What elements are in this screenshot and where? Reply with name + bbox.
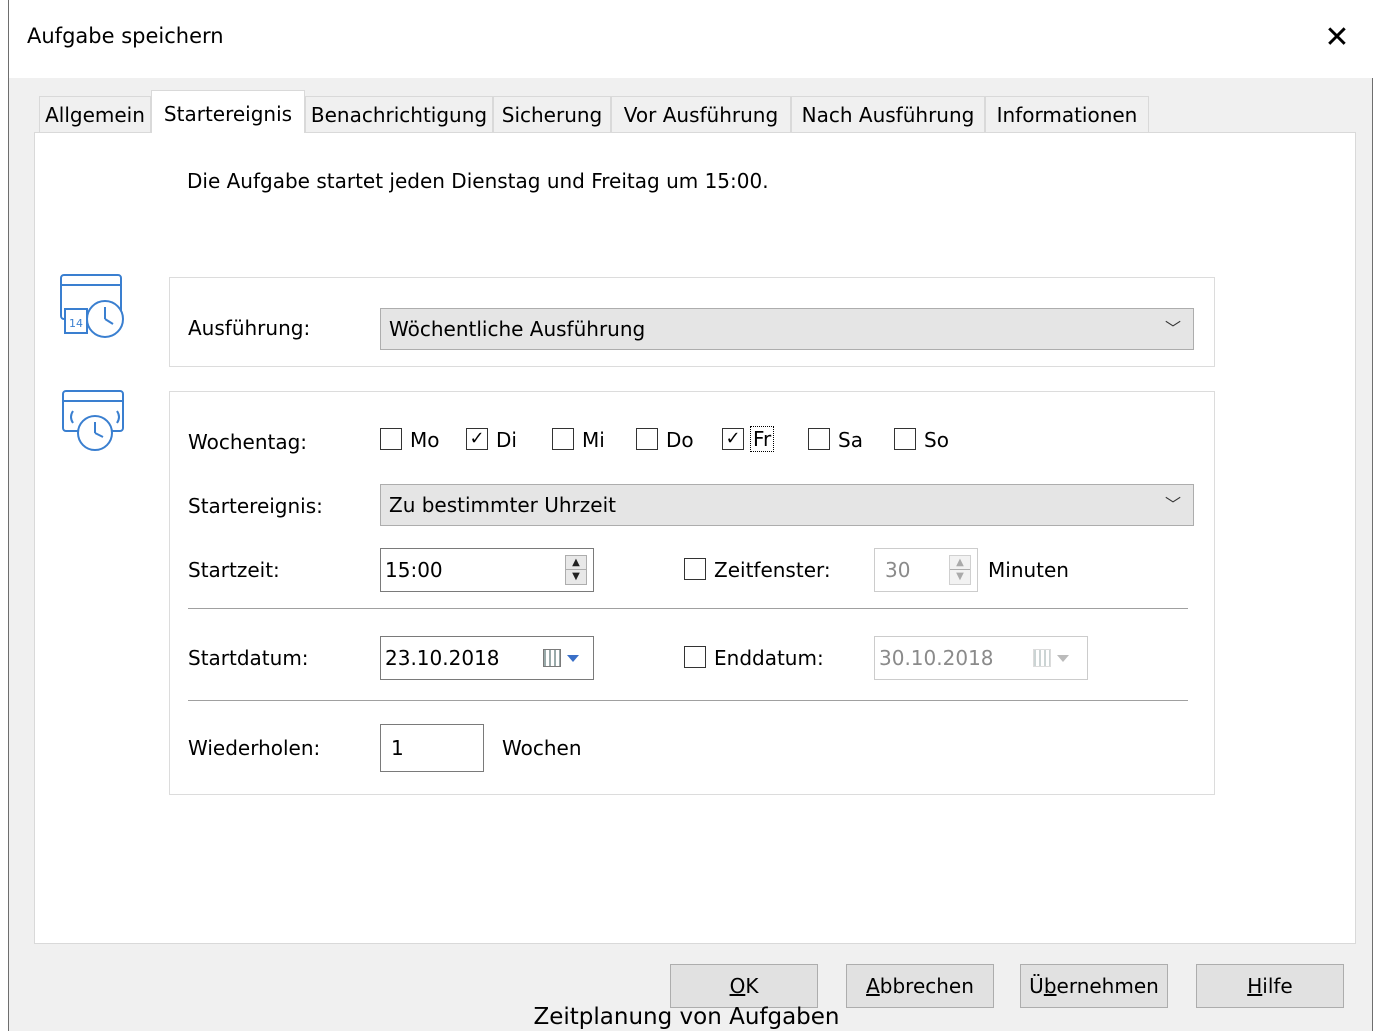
- dropdown-arrow-icon[interactable]: [567, 655, 579, 662]
- time-window-spinner[interactable]: ▲ ▼: [949, 555, 971, 585]
- checkbox-mi[interactable]: [552, 428, 574, 450]
- close-icon[interactable]: ✕: [1317, 18, 1357, 58]
- calendar-clock-icon: 14: [60, 274, 124, 338]
- tab-informationen[interactable]: Informationen: [985, 96, 1149, 133]
- time-window-input[interactable]: 30 ▲ ▼: [874, 548, 978, 592]
- spin-down-icon[interactable]: ▼: [950, 570, 970, 584]
- checkbox-mo[interactable]: [380, 428, 402, 450]
- time-window-unit: Minuten: [988, 558, 1069, 582]
- repeat-value: 1: [391, 736, 404, 760]
- start-time-value: 15:00: [385, 558, 443, 582]
- execution-select[interactable]: Wöchentliche Ausführung ﹀: [380, 308, 1194, 350]
- save-task-dialog: Aufgabe speichern ✕ Allgemein Startereig…: [8, 0, 1373, 1031]
- schedule-group: Wochentag: Mo ✓ Di Mi Do ✓ Fr Sa So Star…: [169, 391, 1215, 795]
- title-bar: Aufgabe speichern ✕: [9, 0, 1373, 78]
- separator: [188, 608, 1188, 609]
- start-time-spinner[interactable]: ▲ ▼: [565, 555, 587, 585]
- spin-down-icon[interactable]: ▼: [566, 570, 586, 584]
- start-event-value: Zu bestimmter Uhrzeit: [389, 493, 616, 517]
- weekday-so-label: So: [924, 428, 949, 452]
- execution-group: Ausführung: Wöchentliche Ausführung ﹀: [169, 277, 1215, 367]
- tab-startereignis[interactable]: Startereignis: [151, 90, 305, 133]
- end-date-checkbox[interactable]: [684, 646, 706, 668]
- calendar-icon[interactable]: [543, 649, 561, 667]
- start-date-label: Startdatum:: [188, 646, 309, 670]
- ok-button[interactable]: OK: [670, 964, 818, 1008]
- chevron-down-icon: ﹀: [1164, 319, 1181, 338]
- weekday-do-label: Do: [666, 428, 694, 452]
- chevron-down-icon: ﹀: [1164, 495, 1181, 514]
- checkbox-di[interactable]: ✓: [466, 428, 488, 450]
- checkbox-sa[interactable]: [808, 428, 830, 450]
- calendar-icon[interactable]: [1033, 649, 1051, 667]
- start-time-input[interactable]: 15:00 ▲ ▼: [380, 548, 594, 592]
- start-date-picker[interactable]: 23.10.2018: [380, 636, 594, 680]
- help-button[interactable]: Hilfe: [1196, 964, 1344, 1008]
- start-time-label: Startzeit:: [188, 558, 280, 582]
- cancel-button[interactable]: Abbrechen: [846, 964, 994, 1008]
- time-window-checkbox[interactable]: [684, 558, 706, 580]
- repeat-unit: Wochen: [502, 736, 582, 760]
- start-event-label: Startereignis:: [188, 494, 323, 518]
- checkbox-so[interactable]: [894, 428, 916, 450]
- weekday-mi-label: Mi: [582, 428, 605, 452]
- start-event-panel: Die Aufgabe startet jeden Dienstag und F…: [34, 132, 1356, 944]
- repeat-input[interactable]: 1: [380, 724, 484, 772]
- alarm-clock-icon: [62, 390, 124, 451]
- apply-button[interactable]: Übernehmen: [1020, 964, 1168, 1008]
- tab-benachrichtigung[interactable]: Benachrichtigung: [305, 96, 493, 133]
- end-date-label: Enddatum:: [714, 646, 824, 670]
- weekday-label: Wochentag:: [188, 430, 308, 454]
- tab-nach-ausfuehrung[interactable]: Nach Ausführung: [791, 96, 985, 133]
- weekday-sa-label: Sa: [838, 428, 863, 452]
- dropdown-arrow-icon[interactable]: [1057, 655, 1069, 662]
- weekday-fr-label: Fr: [750, 426, 775, 452]
- svg-text:14: 14: [69, 317, 83, 330]
- execution-label: Ausführung:: [188, 316, 311, 340]
- checkbox-do[interactable]: [636, 428, 658, 450]
- schedule-summary: Die Aufgabe startet jeden Dienstag und F…: [187, 169, 769, 193]
- tab-allgemein[interactable]: Allgemein: [39, 96, 151, 133]
- separator: [188, 700, 1188, 701]
- dialog-title: Aufgabe speichern: [27, 24, 224, 48]
- time-window-label: Zeitfenster:: [714, 558, 831, 582]
- tab-vor-ausfuehrung[interactable]: Vor Ausführung: [611, 96, 791, 133]
- spin-up-icon[interactable]: ▲: [950, 556, 970, 570]
- repeat-label: Wiederholen:: [188, 736, 321, 760]
- end-date-value: 30.10.2018: [879, 646, 994, 670]
- spin-up-icon[interactable]: ▲: [566, 556, 586, 570]
- weekday-di-label: Di: [496, 428, 517, 452]
- tab-sicherung[interactable]: Sicherung: [493, 96, 611, 133]
- start-event-select[interactable]: Zu bestimmter Uhrzeit ﹀: [380, 484, 1194, 526]
- figure-caption: Zeitplanung von Aufgaben: [533, 1004, 840, 1030]
- weekday-mo-label: Mo: [410, 428, 440, 452]
- time-window-value: 30: [885, 558, 911, 582]
- start-date-value: 23.10.2018: [385, 646, 500, 670]
- checkbox-fr[interactable]: ✓: [722, 428, 744, 450]
- execution-value: Wöchentliche Ausführung: [389, 317, 646, 341]
- end-date-picker[interactable]: 30.10.2018: [874, 636, 1088, 680]
